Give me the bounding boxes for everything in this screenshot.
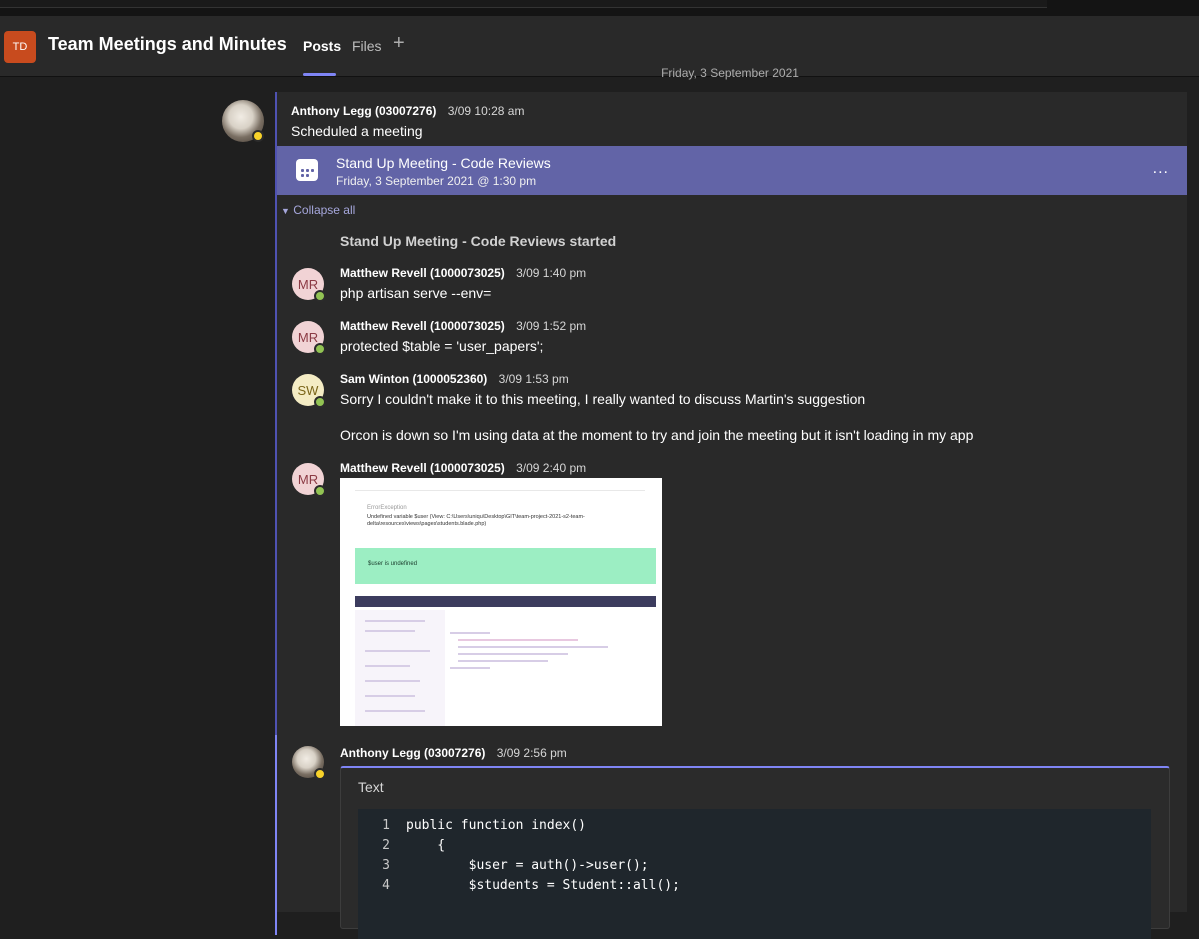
error-message: Undefined variable $user (View: C:\Users…: [367, 514, 585, 527]
available-status-icon: [314, 290, 326, 302]
team-avatar[interactable]: TD: [4, 31, 36, 63]
meeting-started-message: Stand Up Meeting - Code Reviews started: [340, 233, 617, 249]
author-name[interactable]: Anthony Legg (03007276): [340, 746, 485, 760]
screenshot-stack-panel: [355, 610, 445, 726]
meeting-title[interactable]: Stand Up Meeting - Code Reviews: [336, 155, 551, 171]
avatar-initials: MR: [297, 471, 319, 487]
avatar[interactable]: SW: [292, 374, 326, 408]
tab-files[interactable]: Files: [352, 38, 382, 54]
author-name[interactable]: Sam Winton (1000052360): [340, 372, 487, 386]
message-header: Anthony Legg (03007276) 3/09 2:56 pm: [340, 746, 567, 760]
calendar-icon: [296, 159, 318, 181]
away-status-icon: [314, 768, 326, 780]
collapse-all-label: Collapse all: [293, 203, 356, 217]
avatar-initials: MR: [297, 329, 319, 345]
message-header: Sam Winton (1000052360) 3/09 1:53 pm: [340, 372, 569, 386]
message-text: Scheduled a meeting: [291, 123, 423, 139]
author-name[interactable]: Matthew Revell (1000073025): [340, 319, 505, 333]
avatar[interactable]: [292, 746, 326, 780]
search-bar[interactable]: [0, 0, 1047, 8]
message-text: php artisan serve --env=: [340, 285, 492, 301]
avatar-initials: MR: [297, 276, 319, 292]
conversation-thread: Anthony Legg (03007276) 3/09 10:28 am Sc…: [275, 92, 1187, 939]
available-status-icon: [314, 343, 326, 355]
add-tab-button[interactable]: +: [393, 32, 405, 55]
caret-down-icon: ▼: [281, 206, 290, 216]
meeting-card[interactable]: Stand Up Meeting - Code Reviews Friday, …: [277, 146, 1187, 195]
author-name[interactable]: Matthew Revell (1000073025): [340, 461, 505, 475]
error-banner: $user is undefined: [355, 548, 656, 584]
message-header: Matthew Revell (1000073025) 3/09 1:40 pm: [340, 266, 586, 280]
avatar[interactable]: MR: [292, 268, 326, 302]
image-attachment[interactable]: ErrorException Undefined variable $user …: [340, 478, 662, 726]
code-block: 1 public function index() 2 { 3 $user = a…: [358, 809, 1151, 939]
message-text: protected $table = 'user_papers';: [340, 338, 544, 354]
avatar-initials: SW: [297, 382, 319, 398]
code-language-label: Text: [358, 779, 384, 795]
screenshot-url-bar: [355, 482, 645, 491]
code-line: 2 {: [382, 838, 446, 853]
code-snippet-card[interactable]: Text 1 public function index() 2 { 3 $use…: [340, 766, 1170, 939]
tab-posts[interactable]: Posts: [303, 38, 341, 54]
message-header: Anthony Legg (03007276) 3/09 10:28 am: [291, 104, 524, 118]
title-bar: [0, 0, 1199, 16]
active-tab-indicator: [303, 73, 336, 76]
available-status-icon: [314, 396, 326, 408]
code-line: 3 $user = auth()->user();: [382, 858, 649, 873]
timestamp: 3/09 1:53 pm: [498, 372, 569, 386]
more-options-button[interactable]: ...: [1153, 160, 1169, 178]
error-banner-text: $user is undefined: [368, 561, 418, 567]
message-header: Matthew Revell (1000073025) 3/09 1:52 pm: [340, 319, 586, 333]
code-line: 4 $students = Student::all();: [382, 878, 680, 893]
meeting-datetime: Friday, 3 September 2021 @ 1:30 pm: [336, 174, 537, 188]
avatar[interactable]: MR: [292, 321, 326, 355]
message-text: Orcon is down so I'm using data at the m…: [340, 427, 974, 443]
screenshot-nav: [355, 596, 656, 607]
error-label: ErrorException: [367, 505, 407, 511]
author-name[interactable]: Anthony Legg (03007276): [291, 104, 436, 118]
date-divider: Friday, 3 September 2021: [661, 66, 799, 80]
away-status-icon: [252, 130, 264, 142]
timestamp: 3/09 10:28 am: [447, 104, 525, 118]
available-status-icon: [314, 485, 326, 497]
timestamp: 3/09 2:40 pm: [516, 461, 587, 475]
timestamp: 3/09 1:52 pm: [516, 319, 587, 333]
avatar[interactable]: MR: [292, 463, 326, 497]
channel-title: Team Meetings and Minutes: [48, 34, 287, 54]
avatar[interactable]: [222, 100, 264, 142]
author-name[interactable]: Matthew Revell (1000073025): [340, 266, 505, 280]
message-text: Sorry I couldn't make it to this meeting…: [340, 391, 866, 407]
message-header: Matthew Revell (1000073025) 3/09 2:40 pm: [340, 461, 586, 475]
selected-message-indicator: [275, 735, 277, 935]
collapse-all-button[interactable]: ▼ Collapse all: [281, 203, 355, 217]
timestamp: 3/09 2:56 pm: [496, 746, 567, 760]
code-line: 1 public function index(): [382, 818, 587, 833]
timestamp: 3/09 1:40 pm: [516, 266, 587, 280]
screenshot-code: [450, 630, 650, 680]
